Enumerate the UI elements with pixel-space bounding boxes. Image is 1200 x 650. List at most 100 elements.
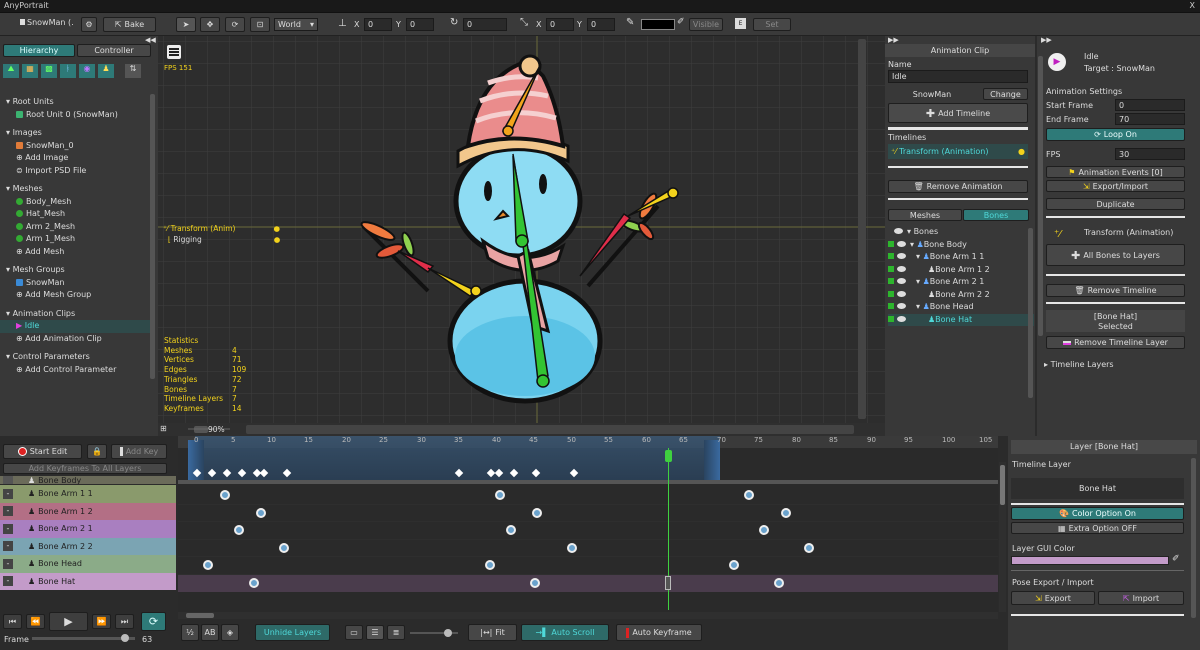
keyframe[interactable]	[495, 490, 505, 500]
eye-icon[interactable]	[897, 278, 906, 284]
keyframe[interactable]	[532, 508, 542, 518]
track-remove-button[interactable]: -	[3, 488, 13, 499]
list-item[interactable]: Arm 1_Mesh	[6, 233, 146, 246]
portrait-select[interactable]: SnowMan (.	[17, 17, 77, 32]
bone-row[interactable]: ▾ ♟Bone Body	[888, 239, 1034, 252]
sort-alpha-button[interactable]: AB	[201, 624, 219, 641]
keyframe[interactable]	[234, 525, 244, 535]
keyframe[interactable]	[485, 560, 495, 570]
add-mesh-item[interactable]: ⊕ Add Mesh	[6, 246, 146, 259]
collapse-left-icon[interactable]: ◀◀	[145, 36, 156, 44]
timeline-layers-foldout[interactable]: ▸ Timeline Layers	[1044, 360, 1114, 369]
bone-row[interactable]: ▾ ♟Bone Arm 1 1	[888, 251, 1034, 264]
eyedropper-icon[interactable]: ✐	[1172, 554, 1180, 564]
timeline-item-selected[interactable]: ⁺⁄ Transform (Animation) ●	[888, 144, 1028, 159]
keyframe[interactable]	[220, 490, 230, 500]
viewport[interactable]: FPS 151 ⁺⁄ Transform (Anim) ● ⌊ Rigging ● …	[158, 36, 885, 436]
bake-button[interactable]: ⇱ Bake	[103, 17, 156, 32]
eye-icon[interactable]	[897, 315, 906, 322]
last-frame-button[interactable]: ⏭	[115, 614, 134, 629]
section-images[interactable]: ▾ Images	[6, 127, 146, 140]
bone-row[interactable]: ♟Bone Arm 1 2	[888, 264, 1034, 277]
left-scrollbar[interactable]	[150, 94, 155, 379]
next-frame-button[interactable]: ⏩	[92, 614, 111, 629]
add-timeline-button[interactable]: ✚ Add Timeline	[888, 103, 1028, 123]
visible-button[interactable]: Visible	[689, 18, 723, 31]
remove-timeline-button[interactable]: 🗑 Remove Timeline	[1046, 284, 1185, 297]
filter-bone-icon[interactable]: ♟	[98, 64, 114, 78]
set-button[interactable]: Set	[753, 18, 791, 31]
filter-param-icon[interactable]: ◉	[79, 64, 95, 78]
prev-frame-button[interactable]: ⏪	[26, 614, 45, 629]
frame-slider[interactable]	[32, 634, 135, 642]
layer-transform[interactable]: ⁺⁄ Transform (Anim) ●	[163, 224, 280, 233]
tab-bones[interactable]: Bones	[963, 209, 1029, 221]
tab-controller[interactable]: Controller	[77, 44, 151, 57]
scroll-thumb[interactable]	[1000, 465, 1005, 505]
menu-icon[interactable]	[167, 45, 181, 59]
add-animation-clip-item[interactable]: ⊕ Add Animation Clip	[6, 333, 146, 346]
bone-row-selected[interactable]: ♟Bone Hat	[888, 313, 1034, 326]
remove-timeline-layer-button[interactable]: Remove Timeline Layer	[1046, 336, 1185, 349]
add-control-parameter-item[interactable]: ⊕ Add Control Parameter	[6, 364, 146, 377]
scroll-thumb[interactable]	[186, 613, 214, 618]
loop-toggle-button[interactable]: ⟳ Loop On	[1046, 128, 1185, 141]
name-field[interactable]: Idle	[888, 70, 1028, 83]
filter-animation-icon[interactable]: ᚭ	[60, 64, 76, 78]
keyframe[interactable]	[256, 508, 266, 518]
start-edit-button[interactable]: Start Edit	[3, 444, 82, 459]
keyframe[interactable]	[279, 543, 289, 553]
right-scrollbar[interactable]	[1038, 56, 1043, 336]
add-keyframes-all-button[interactable]: Add Keyframes To All Layers	[3, 463, 167, 474]
auto-scroll-button[interactable]: →▌ Auto Scroll	[521, 624, 609, 641]
bone-row[interactable]: ▾ ♟Bone Head	[888, 301, 1034, 314]
track-row[interactable]: - ♟ Bone Arm 1 1	[0, 485, 176, 503]
settings-button[interactable]: ⚙	[81, 17, 97, 32]
close-button[interactable]: X	[1190, 1, 1195, 10]
track-remove-button[interactable]: -	[3, 523, 13, 534]
pos-y-field[interactable]: 0	[406, 18, 434, 31]
section-control-parameters[interactable]: ▾ Control Parameters	[6, 351, 146, 364]
filter-image-icon[interactable]: ▦	[22, 64, 38, 78]
layer-panel-scrollbar[interactable]	[1191, 458, 1196, 618]
timeline-grid[interactable]: 0 5 10 15 20 25 30 35 40 45 50 55 60 65 …	[178, 436, 998, 612]
eye-icon[interactable]	[894, 228, 903, 234]
add-key-button[interactable]: Add Key	[111, 444, 167, 459]
keyframe[interactable]	[530, 578, 540, 588]
all-bones-to-layers-button[interactable]: ✚ All Bones to Layers	[1046, 244, 1185, 266]
bones-root[interactable]: ▾ Bones	[888, 226, 1034, 239]
bone-list-scrollbar[interactable]	[1028, 228, 1033, 398]
track-remove-button[interactable]	[3, 476, 13, 484]
row-size-large-button[interactable]: ≣	[387, 625, 405, 640]
list-item[interactable]: Hat_Mesh	[6, 208, 146, 221]
keyframe[interactable]	[567, 543, 577, 553]
track-row[interactable]: - ♟ Bone Arm 2 2	[0, 537, 176, 555]
section-root-units[interactable]: ▾ Root Units	[6, 96, 146, 109]
space-select[interactable]: World ▾	[274, 18, 318, 31]
list-item[interactable]: SnowMan	[6, 277, 146, 290]
timeline-vscrollbar[interactable]	[999, 462, 1006, 612]
add-mesh-group-item[interactable]: ⊕ Add Mesh Group	[6, 289, 146, 302]
color-option-button[interactable]: 🎨 Color Option On	[1011, 507, 1184, 520]
track-row-selected[interactable]: - ♟ Bone Hat	[0, 572, 176, 590]
list-item[interactable]: Body_Mesh	[6, 196, 146, 209]
keyframe[interactable]	[744, 490, 754, 500]
keyframe[interactable]	[506, 525, 516, 535]
tab-meshes[interactable]: Meshes	[888, 209, 962, 221]
bone-row[interactable]: ▾ ♟Bone Arm 2 1	[888, 276, 1034, 289]
duplicate-button[interactable]: Duplicate	[1046, 198, 1185, 210]
eye-icon[interactable]	[897, 240, 906, 247]
section-mesh-groups[interactable]: ▾ Mesh Groups	[6, 264, 146, 277]
timeline-hscrollbar[interactable]	[178, 612, 998, 619]
track-row[interactable]: - ♟ Bone Head	[0, 555, 176, 573]
extra-option-button[interactable]: ▦ Extra Option OFF	[1011, 522, 1184, 534]
pos-x-field[interactable]: 0	[364, 18, 392, 31]
remove-animation-button[interactable]: 🗑 Remove Animation	[888, 180, 1028, 193]
reset-view-icon[interactable]: ⊞	[160, 424, 167, 433]
export-import-button[interactable]: ⇲ Export/Import	[1046, 180, 1185, 192]
scale-x-field[interactable]: 0	[546, 18, 574, 31]
list-item[interactable]: Arm 2_Mesh	[6, 221, 146, 234]
eyedropper-icon[interactable]: ✐	[677, 17, 685, 27]
play-button[interactable]: ▶	[49, 612, 88, 631]
row-size-small-button[interactable]: ▭	[345, 625, 363, 640]
